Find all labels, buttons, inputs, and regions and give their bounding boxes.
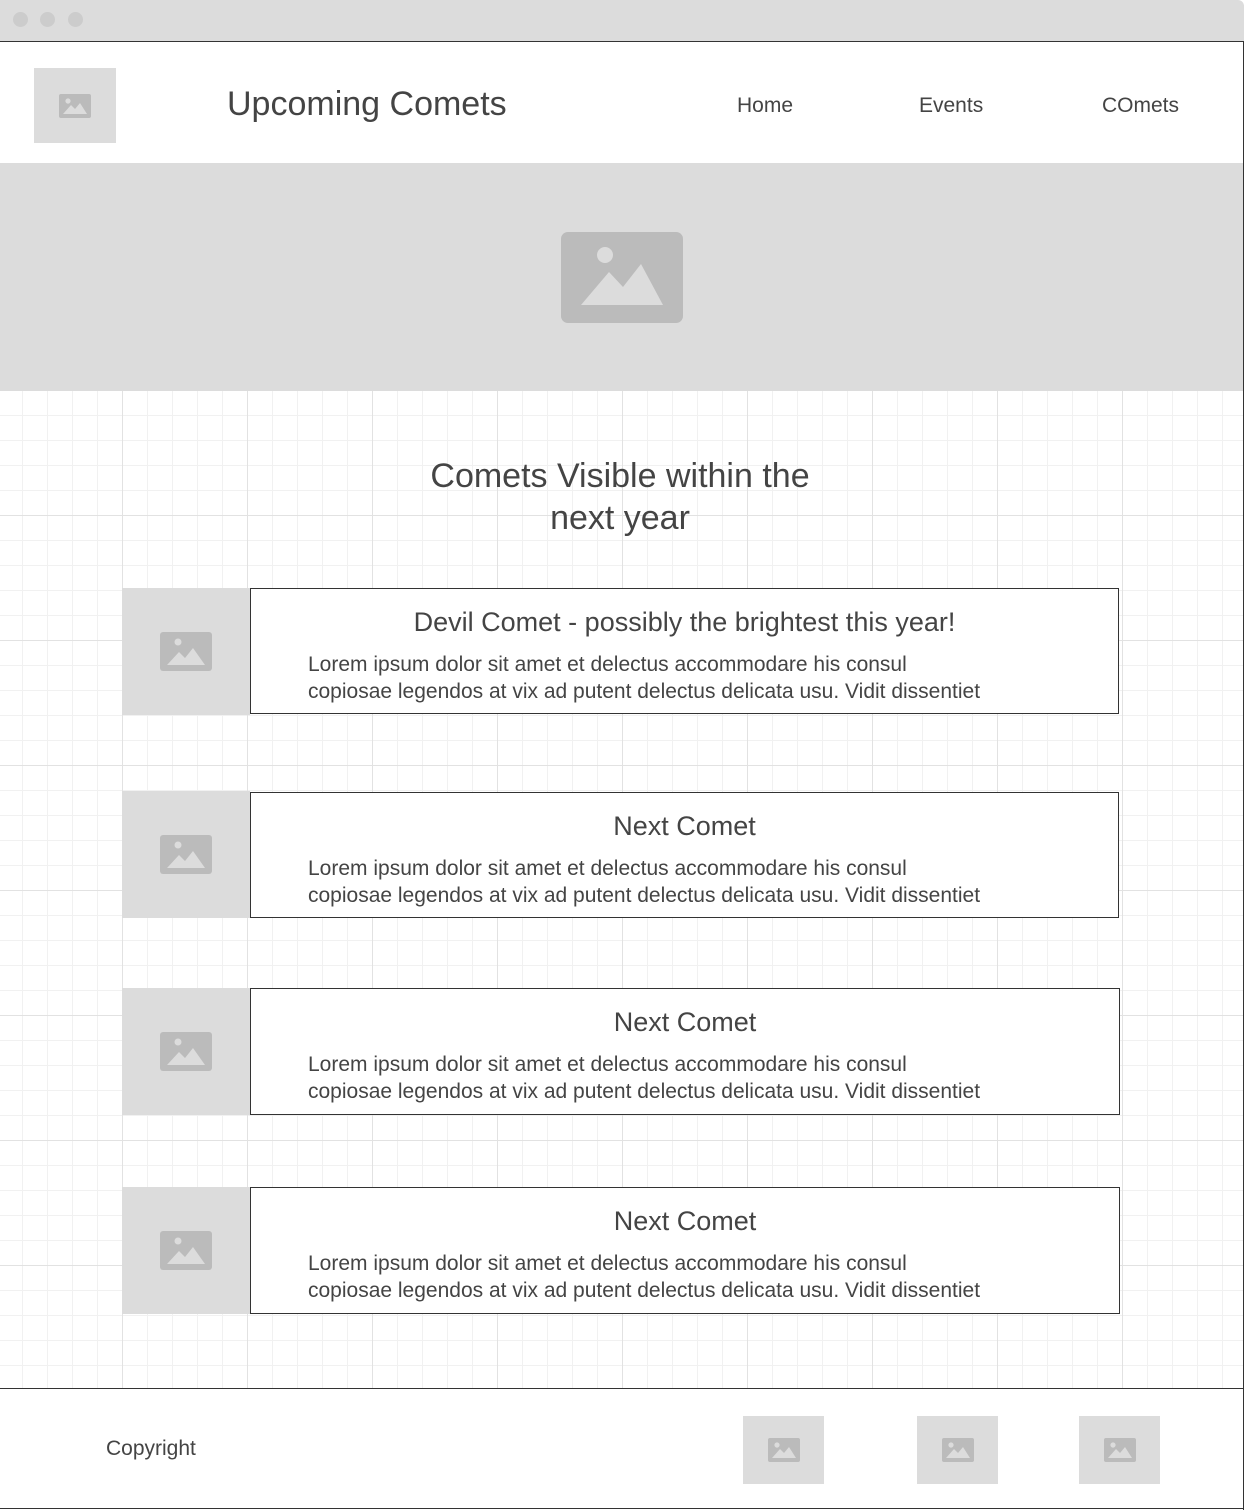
logo[interactable] — [34, 68, 116, 143]
window-titlebar — [0, 0, 1244, 42]
nav-comets[interactable]: COmets — [1102, 94, 1179, 118]
card-body-line-1: Lorem ipsum dolor sit amet et delectus a… — [308, 857, 907, 880]
image-placeholder-icon — [160, 632, 212, 671]
card-thumbnail[interactable] — [122, 1187, 250, 1314]
footer-social-link-2[interactable] — [917, 1416, 998, 1484]
image-placeholder-icon — [941, 1438, 974, 1462]
window-close-dot[interactable] — [13, 12, 28, 27]
image-placeholder-icon — [767, 1438, 800, 1462]
site-title: Upcoming Comets — [227, 85, 507, 123]
card-body-line-2: copiosae legendos at vix ad putent delec… — [308, 884, 981, 907]
window-frame-bottom — [0, 1508, 1244, 1509]
comet-card[interactable]: Devil Comet - possibly the brightest thi… — [250, 588, 1119, 714]
card-body-line-1: Lorem ipsum dolor sit amet et delectus a… — [308, 653, 907, 676]
section-title-line-1: Comets Visible within the — [430, 457, 810, 495]
comet-card[interactable]: Next Comet Lorem ipsum dolor sit amet et… — [250, 988, 1120, 1115]
comet-card[interactable]: Next Comet Lorem ipsum dolor sit amet et… — [250, 792, 1119, 918]
window-minimize-dot[interactable] — [40, 12, 55, 27]
card-body-line-2: copiosae legendos at vix ad putent delec… — [308, 680, 981, 703]
footer-social-link-3[interactable] — [1079, 1416, 1160, 1484]
card-title: Next Comet — [613, 1206, 757, 1236]
card-body-line-1: Lorem ipsum dolor sit amet et delectus a… — [308, 1053, 907, 1076]
window-maximize-dot[interactable] — [68, 12, 83, 27]
image-placeholder-icon — [160, 835, 212, 874]
nav-home[interactable]: Home — [737, 94, 793, 118]
image-placeholder-icon — [560, 231, 683, 323]
section-title-line-2: next year — [550, 499, 690, 537]
card-body: Lorem ipsum dolor sit amet et delectus a… — [308, 651, 1068, 705]
card-body: Lorem ipsum dolor sit amet et delectus a… — [308, 1051, 1068, 1105]
copyright-text: Copyright — [106, 1437, 196, 1460]
card-body-line-2: copiosae legendos at vix ad putent delec… — [308, 1080, 981, 1103]
card-body: Lorem ipsum dolor sit amet et delectus a… — [308, 1250, 1068, 1304]
card-thumbnail[interactable] — [122, 988, 250, 1115]
card-title: Next Comet — [613, 811, 756, 841]
card-body-line-1: Lorem ipsum dolor sit amet et delectus a… — [308, 1252, 907, 1275]
image-placeholder-icon — [59, 93, 91, 118]
footer-social-link-1[interactable] — [743, 1416, 824, 1484]
card-body-line-2: copiosae legendos at vix ad putent delec… — [308, 1279, 981, 1302]
site-footer: Copyright — [0, 1388, 1243, 1508]
section-title: Comets Visible within the next year — [320, 455, 920, 539]
hero-banner — [0, 163, 1243, 391]
window-frame-right — [1243, 42, 1244, 1510]
card-title: Next Comet — [613, 1007, 757, 1037]
card-title: Devil Comet - possibly the brightest thi… — [413, 607, 956, 637]
site-header: Upcoming Comets Home Events COmets — [0, 42, 1243, 163]
image-placeholder-icon — [160, 1032, 212, 1071]
image-placeholder-icon — [1103, 1438, 1136, 1462]
card-thumbnail[interactable] — [122, 588, 250, 715]
card-thumbnail[interactable] — [122, 791, 250, 918]
card-body: Lorem ipsum dolor sit amet et delectus a… — [308, 855, 1068, 909]
comet-card[interactable]: Next Comet Lorem ipsum dolor sit amet et… — [250, 1187, 1120, 1314]
nav-events[interactable]: Events — [919, 94, 983, 118]
image-placeholder-icon — [160, 1231, 212, 1270]
